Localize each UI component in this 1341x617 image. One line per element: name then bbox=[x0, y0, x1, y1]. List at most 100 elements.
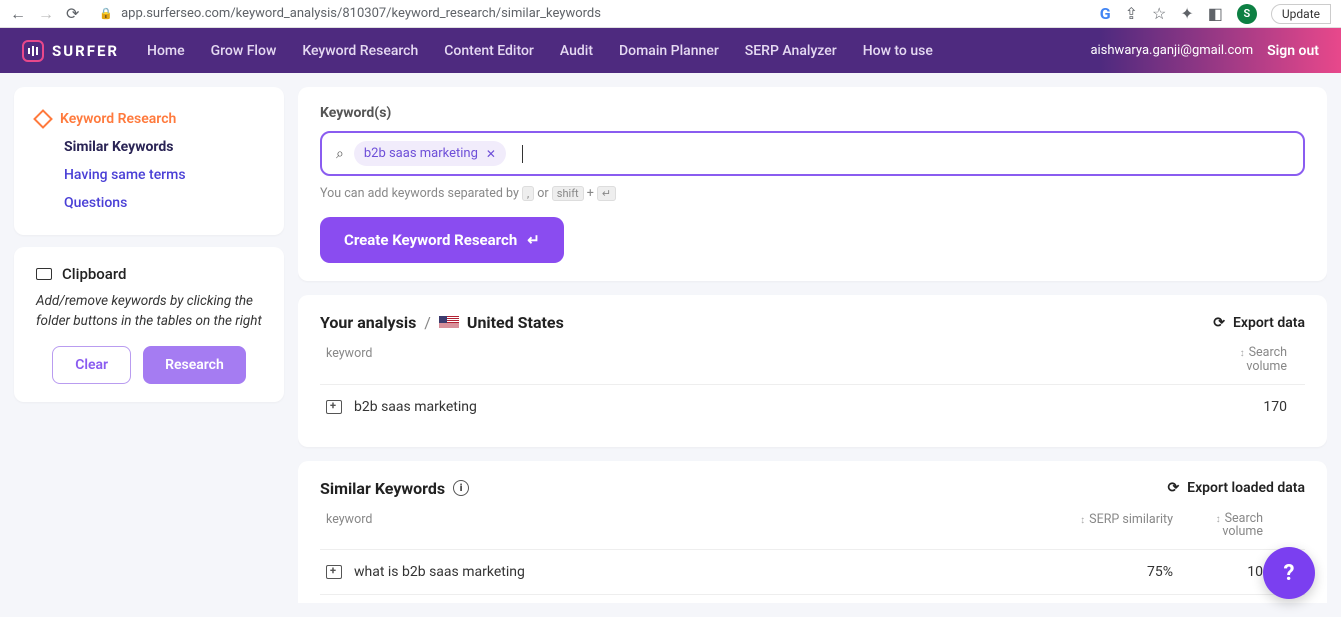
nav-keyword-research[interactable]: Keyword Research bbox=[302, 43, 418, 59]
analysis-table-head: keyword ↕Search volume bbox=[320, 332, 1305, 384]
enter-icon: ↵ bbox=[527, 231, 540, 249]
nav-content-editor[interactable]: Content Editor bbox=[444, 43, 534, 59]
keyword-input[interactable]: ⌕ b2b saas marketing ✕ bbox=[320, 131, 1305, 176]
update-button[interactable]: Update bbox=[1271, 4, 1331, 24]
export-icon: ⟳ bbox=[1167, 480, 1179, 496]
sidebar-questions[interactable]: Questions bbox=[36, 189, 262, 217]
row-volume: 170 bbox=[1209, 399, 1299, 415]
create-keyword-research-button[interactable]: Create Keyword Research ↵ bbox=[320, 217, 564, 263]
similar-table-head: keyword ↕SERP similarity ↕Search volume bbox=[320, 498, 1305, 550]
research-button[interactable]: Research bbox=[143, 346, 246, 384]
sort-icon: ↕ bbox=[1216, 514, 1221, 525]
nav-grow-flow[interactable]: Grow Flow bbox=[211, 43, 277, 59]
sidebar-similar-keywords[interactable]: Similar Keywords bbox=[36, 133, 262, 161]
analysis-card: Your analysis / United States ⟳ Export d… bbox=[298, 295, 1327, 447]
browser-right-icons: G ⇪ ☆ ✦ ◧ S Update bbox=[1100, 4, 1331, 24]
create-button-label: Create Keyword Research bbox=[344, 231, 517, 249]
keyword-chip: b2b saas marketing ✕ bbox=[354, 141, 506, 166]
logo[interactable]: SURFER bbox=[22, 40, 119, 62]
col-keyword: keyword bbox=[326, 346, 1209, 374]
clipboard-desc: Add/remove keywords by clicking the fold… bbox=[36, 291, 262, 332]
google-icon[interactable]: G bbox=[1100, 4, 1111, 23]
row-keyword-text: b2b saas marketing bbox=[354, 399, 477, 415]
share-icon[interactable]: ⇪ bbox=[1125, 4, 1138, 23]
text-cursor bbox=[522, 145, 523, 163]
browser-toolbar: ← → ⟳ 🔒 app.surferseo.com/keyword_analys… bbox=[0, 0, 1341, 28]
analysis-head: Your analysis / United States ⟳ Export d… bbox=[320, 313, 1305, 332]
similar-row: what is b2b saas marketing 75% 10 ⋮ bbox=[320, 549, 1305, 594]
sidebar-keyword-research[interactable]: Keyword Research bbox=[36, 105, 262, 133]
keyword-input-card: Keyword(s) ⌕ b2b saas marketing ✕ You ca… bbox=[298, 87, 1327, 281]
forward-icon[interactable]: → bbox=[38, 4, 54, 24]
main-nav: Home Grow Flow Keyword Research Content … bbox=[147, 43, 1090, 59]
export-icon: ⟳ bbox=[1213, 315, 1225, 331]
reload-icon[interactable]: ⟳ bbox=[66, 4, 79, 23]
address-bar[interactable]: 🔒 app.surferseo.com/keyword_analysis/810… bbox=[91, 6, 1087, 21]
col-volume[interactable]: ↕Search volume bbox=[1209, 346, 1299, 374]
clear-button[interactable]: Clear bbox=[52, 346, 131, 384]
col-volume[interactable]: ↕Search volume bbox=[1185, 512, 1275, 540]
enter-key: ↵ bbox=[597, 186, 616, 201]
help-fab[interactable]: ? bbox=[1263, 547, 1315, 599]
analysis-title-text: Your analysis bbox=[320, 313, 416, 332]
export-data-link[interactable]: ⟳ Export data bbox=[1213, 315, 1305, 331]
keyword-label: Keyword(s) bbox=[320, 105, 1305, 121]
us-flag-icon bbox=[439, 316, 459, 329]
similar-head: Similar Keywords i ⟳ Export loaded data bbox=[320, 479, 1305, 498]
main-column: Keyword(s) ⌕ b2b saas marketing ✕ You ca… bbox=[298, 87, 1327, 603]
bookmark-icon[interactable]: ☆ bbox=[1152, 4, 1166, 23]
diamond-icon bbox=[33, 109, 53, 129]
sign-out-link[interactable]: Sign out bbox=[1267, 43, 1319, 59]
chip-remove-icon[interactable]: ✕ bbox=[486, 147, 496, 161]
nav-audit[interactable]: Audit bbox=[560, 43, 593, 59]
export-loaded-label: Export loaded data bbox=[1187, 480, 1305, 496]
comma-key: , bbox=[522, 186, 534, 201]
row-keyword-cell: b2b saas marketing bbox=[326, 399, 1209, 415]
profile-avatar[interactable]: S bbox=[1237, 4, 1257, 24]
similar-title: Similar Keywords i bbox=[320, 479, 469, 498]
nav-how-to-use[interactable]: How to use bbox=[863, 43, 933, 59]
add-folder-icon[interactable] bbox=[326, 400, 342, 414]
analysis-row: b2b saas marketing 170 bbox=[320, 384, 1305, 429]
back-icon[interactable]: ← bbox=[10, 4, 26, 24]
sort-icon: ↕ bbox=[1080, 515, 1085, 526]
nav-serp-analyzer[interactable]: SERP Analyzer bbox=[745, 43, 837, 59]
add-folder-icon[interactable] bbox=[326, 565, 342, 579]
keyword-hint: You can add keywords separated by , or s… bbox=[320, 186, 1305, 201]
analysis-title: Your analysis / United States bbox=[320, 313, 564, 332]
extensions-icon[interactable]: ✦ bbox=[1180, 4, 1193, 23]
clipboard-card: Clipboard Add/remove keywords by clickin… bbox=[14, 247, 284, 402]
col-serp[interactable]: ↕SERP similarity bbox=[1055, 512, 1185, 540]
row-keyword-cell: what is b2b saas marketing bbox=[326, 564, 1055, 580]
sidebar-main-label: Keyword Research bbox=[60, 111, 176, 127]
nav-home[interactable]: Home bbox=[147, 43, 185, 59]
sidebar-same-terms[interactable]: Having same terms bbox=[36, 161, 262, 189]
similar-row: saas b2b marketing 70% 1 bbox=[320, 594, 1305, 603]
url-text: app.surferseo.com/keyword_analysis/81030… bbox=[121, 6, 601, 21]
export-label: Export data bbox=[1233, 315, 1305, 331]
sidebar-nav-card: Keyword Research Similar Keywords Having… bbox=[14, 87, 284, 235]
sidebar: Keyword Research Similar Keywords Having… bbox=[14, 87, 284, 603]
clipboard-heading: Clipboard bbox=[36, 265, 262, 283]
user-email: aishwarya.ganji@gmail.com bbox=[1090, 43, 1253, 58]
workspace: Keyword Research Similar Keywords Having… bbox=[0, 73, 1341, 617]
clipboard-title: Clipboard bbox=[62, 265, 127, 283]
shift-key: shift bbox=[552, 186, 584, 201]
slash: / bbox=[424, 313, 431, 332]
logo-mark-icon bbox=[22, 40, 44, 62]
col-keyword: keyword bbox=[326, 512, 1055, 540]
info-icon[interactable]: i bbox=[453, 480, 469, 496]
folder-icon bbox=[36, 268, 52, 280]
panel-icon[interactable]: ◧ bbox=[1208, 4, 1223, 23]
nav-domain-planner[interactable]: Domain Planner bbox=[619, 43, 719, 59]
row-keyword-text: what is b2b saas marketing bbox=[354, 564, 525, 580]
row-volume: 10 bbox=[1185, 564, 1275, 580]
similar-title-text: Similar Keywords bbox=[320, 479, 445, 498]
sort-icon: ↕ bbox=[1240, 348, 1245, 359]
export-loaded-link[interactable]: ⟳ Export loaded data bbox=[1167, 480, 1305, 496]
search-icon: ⌕ bbox=[336, 146, 344, 162]
keyword-chip-text: b2b saas marketing bbox=[364, 146, 478, 161]
analysis-country: United States bbox=[467, 313, 564, 332]
clipboard-buttons: Clear Research bbox=[36, 346, 262, 384]
row-serp: 75% bbox=[1055, 564, 1185, 580]
